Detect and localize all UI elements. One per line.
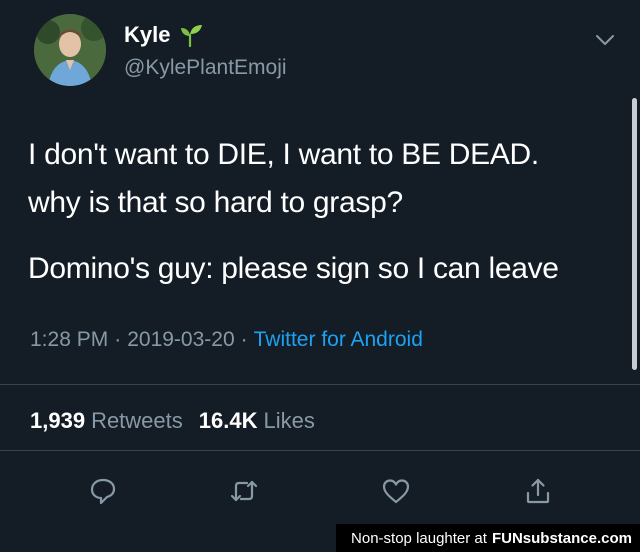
reply-icon[interactable] xyxy=(88,476,118,506)
retweet-icon[interactable] xyxy=(229,476,259,506)
display-name-text: Kyle xyxy=(124,22,171,47)
tweet-meta: 1:28 PM · 2019-03-20 · Twitter for Android xyxy=(30,328,423,352)
tweet-source-link[interactable]: Twitter for Android xyxy=(254,328,423,351)
likes-label[interactable]: Likes xyxy=(264,408,315,433)
watermark-brand: FUNsubstance.com xyxy=(491,529,632,547)
likes-count[interactable]: 16.4K xyxy=(199,408,258,433)
divider xyxy=(0,450,640,451)
retweets-count[interactable]: 1,939 xyxy=(30,408,85,433)
tweet-text-line-3: Domino's guy: please sign so I can leave xyxy=(28,252,559,285)
avatar[interactable] xyxy=(34,14,106,86)
tweet-stats: 1,939 Retweets 16.4K Likes xyxy=(30,408,331,434)
scrollbar[interactable] xyxy=(632,98,637,370)
watermark-text: Non-stop laughter at xyxy=(351,529,487,547)
seedling-icon xyxy=(181,25,203,48)
display-name[interactable]: Kyle xyxy=(124,22,204,48)
tweet-text-line-1: I don't want to DIE, I want to BE DEAD. xyxy=(28,138,539,171)
divider xyxy=(0,384,640,385)
tweet-time[interactable]: 1:28 PM xyxy=(30,328,108,351)
retweets-label[interactable]: Retweets xyxy=(91,408,183,433)
tweet-card: Kyle @KylePlantEmoji I don't want to DIE… xyxy=(0,0,640,552)
meta-separator: · xyxy=(114,328,122,351)
user-handle[interactable]: @KylePlantEmoji xyxy=(124,56,287,80)
avatar-photo-icon xyxy=(34,14,106,86)
tweet-text-line-2: why is that so hard to grasp? xyxy=(28,186,403,219)
tweet-date[interactable]: 2019-03-20 xyxy=(127,328,234,351)
watermark-banner: Non-stop laughter at FUNsubstance.com xyxy=(336,524,640,552)
meta-separator: · xyxy=(240,328,248,351)
chevron-down-icon[interactable] xyxy=(594,32,616,48)
share-icon[interactable] xyxy=(523,476,553,506)
like-icon[interactable] xyxy=(381,476,411,506)
